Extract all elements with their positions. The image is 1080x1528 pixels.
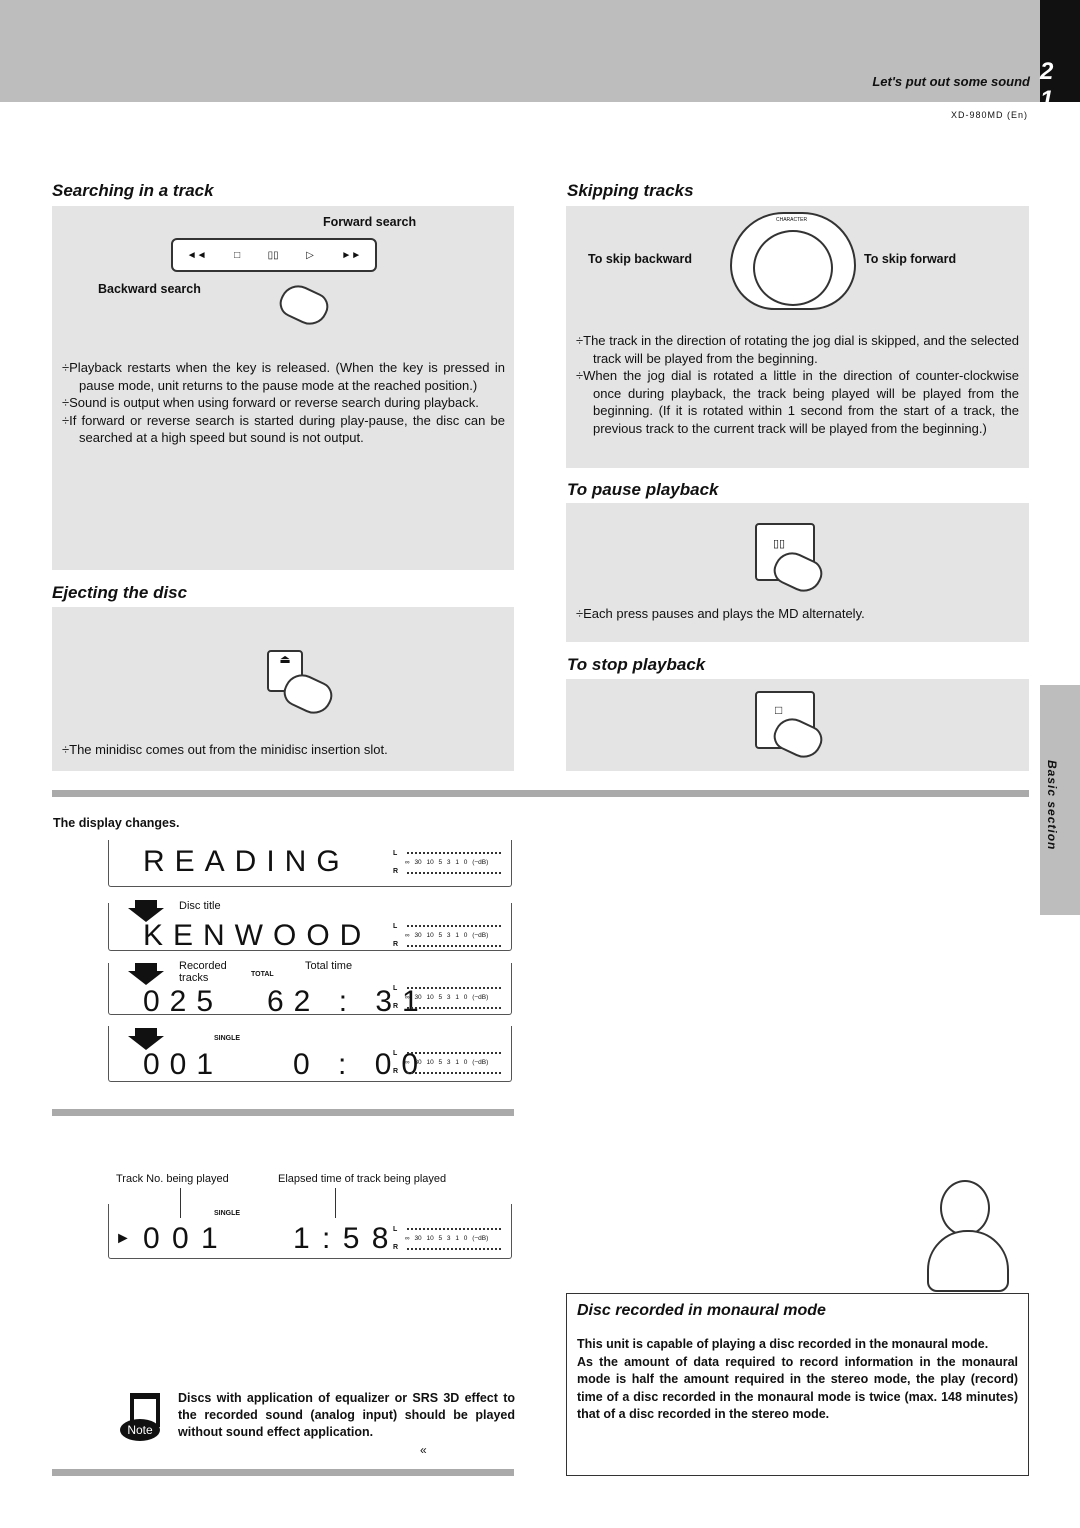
display-track: 001 [143, 1048, 224, 1081]
display-screen-single: SINGLE 001 0 : 00 L ∞ 30 10 5 3 1 0 (−dB)… [108, 1026, 512, 1082]
display-tracks: 025 [143, 985, 224, 1018]
stop-key-icon: □ [234, 249, 241, 261]
rewind-key-icon: ◄◄ [186, 249, 207, 261]
professor-mascot-illustration [922, 1180, 1012, 1295]
eject-section: ⏏ ÷The minidisc comes out from the minid… [52, 607, 514, 771]
down-arrow-head [128, 971, 164, 985]
elapsed-time-label: Elapsed time of track being played [278, 1173, 447, 1185]
forward-key-icon: ►► [341, 249, 362, 261]
model-label: XD-980MD (En) [950, 110, 1028, 120]
level-meter: L ∞ 30 10 5 3 1 0 (−dB) R [393, 921, 505, 951]
note-text: Discs with application of equalizer or S… [178, 1391, 515, 1439]
search-title: Searching in a track [52, 181, 214, 200]
monaural-text: As the amount of data required to record… [577, 1354, 1018, 1422]
note-icon: Note [112, 1393, 160, 1443]
page-number: 2 1 [1040, 58, 1060, 113]
display-screen-reading: READING L ∞ 30 10 5 3 1 0 (−dB) R [108, 840, 512, 887]
display-screen-total: Recorded tracks TOTAL Total time 025 62 … [108, 960, 512, 1018]
divider [52, 1469, 514, 1476]
level-meter: L ∞ 30 10 5 3 1 0 (−dB) R [393, 983, 505, 1013]
display-screen-playing: SINGLE ► 0 0 1 1 : 5 8 L ∞ 30 10 5 3 1 0 … [108, 1204, 512, 1259]
level-meter: L ∞ 30 10 5 3 1 0 (−dB) R [393, 1224, 505, 1254]
jog-dial-knob [753, 230, 833, 306]
skip-section: To skip backward To skip forward CHARACT… [566, 206, 1029, 468]
search-notes: ÷Playback restarts when the key is relea… [62, 359, 505, 447]
skip-notes: ÷The track in the direction of rotating … [576, 332, 1019, 437]
skip-title: Skipping tracks [567, 181, 694, 200]
search-note: ÷If forward or reverse search is started… [62, 412, 505, 446]
monaural-text: This unit is capable of playing a disc r… [577, 1337, 989, 1351]
eject-note: ÷The minidisc comes out from the minidis… [62, 742, 388, 757]
track-number-label: Track No. being played [116, 1173, 229, 1185]
down-arrow-icon [135, 963, 157, 971]
pause-note: ÷Each press pauses and plays the MD alte… [576, 606, 865, 621]
side-tab-label: Basic section [1045, 760, 1059, 851]
total-indicator: TOTAL [251, 971, 274, 978]
play-key-icon: ▷ [306, 249, 314, 261]
down-arrow-icon [135, 900, 157, 908]
display-screen-title: Disc title KENWOOD L ∞ 30 10 5 3 1 0 (−dB… [108, 900, 512, 952]
pause-key-icon: ▯▯ [267, 249, 279, 261]
page-number-tab: 2 1 [1040, 0, 1080, 113]
search-note: ÷Sound is output when using forward or r… [62, 395, 479, 410]
divider [52, 1109, 514, 1116]
search-section: Forward search Backward search ◄◄ □ ▯▯ ▷ ►► … [52, 206, 514, 570]
hand-press-icon [275, 279, 333, 331]
monaural-section: Disc recorded in monaural mode This unit… [566, 1293, 1029, 1476]
level-meter: L ∞ 30 10 5 3 1 0 (−dB) R [393, 1048, 505, 1078]
skip-note: ÷When the jog dial is rotated a little i… [576, 368, 1019, 436]
stop-title: To stop playback [567, 655, 706, 674]
caption: Disc title [179, 900, 221, 912]
eject-title: Ejecting the disc [52, 583, 188, 602]
chapter-title: Let's put out some sound [872, 74, 1030, 89]
caption: Total time [305, 960, 353, 972]
display-text: READING [143, 845, 350, 878]
display-heading: The display changes. [53, 816, 180, 830]
backward-search-label: Backward search [98, 282, 201, 296]
monaural-title: Disc recorded in monaural mode [577, 1302, 826, 1319]
skip-backward-label: To skip backward [588, 252, 692, 266]
display-text: KENWOOD [143, 919, 372, 952]
stop-section: □ [566, 679, 1029, 771]
forward-search-label: Forward search [323, 215, 417, 229]
search-note: ÷Playback restarts when the key is relea… [62, 360, 505, 393]
display-track: 0 0 1 [143, 1222, 220, 1255]
jog-dial-icon: CHARACTER [730, 212, 856, 310]
divider [52, 790, 1029, 797]
single-indicator: SINGLE [214, 1210, 241, 1217]
single-indicator: SINGLE [214, 1035, 241, 1042]
pause-section: ▯▯ ÷Each press pauses and plays the MD a… [566, 503, 1029, 642]
display-time: 1 : 5 8 [293, 1222, 391, 1255]
caption: Recorded tracks [179, 960, 227, 984]
pause-title: To pause playback [567, 480, 719, 499]
level-meter: L ∞ 30 10 5 3 1 0 (−dB) R [393, 848, 505, 878]
note-mark: « [420, 1443, 427, 1457]
dial-label: CHARACTER [776, 217, 808, 223]
down-arrow-icon [135, 1028, 157, 1036]
skip-note: ÷The track in the direction of rotating … [576, 333, 1019, 366]
skip-forward-label: To skip forward [864, 252, 957, 266]
play-icon: ► [115, 1230, 131, 1247]
transport-keys-illustration: ◄◄ □ ▯▯ ▷ ►► [171, 238, 377, 272]
